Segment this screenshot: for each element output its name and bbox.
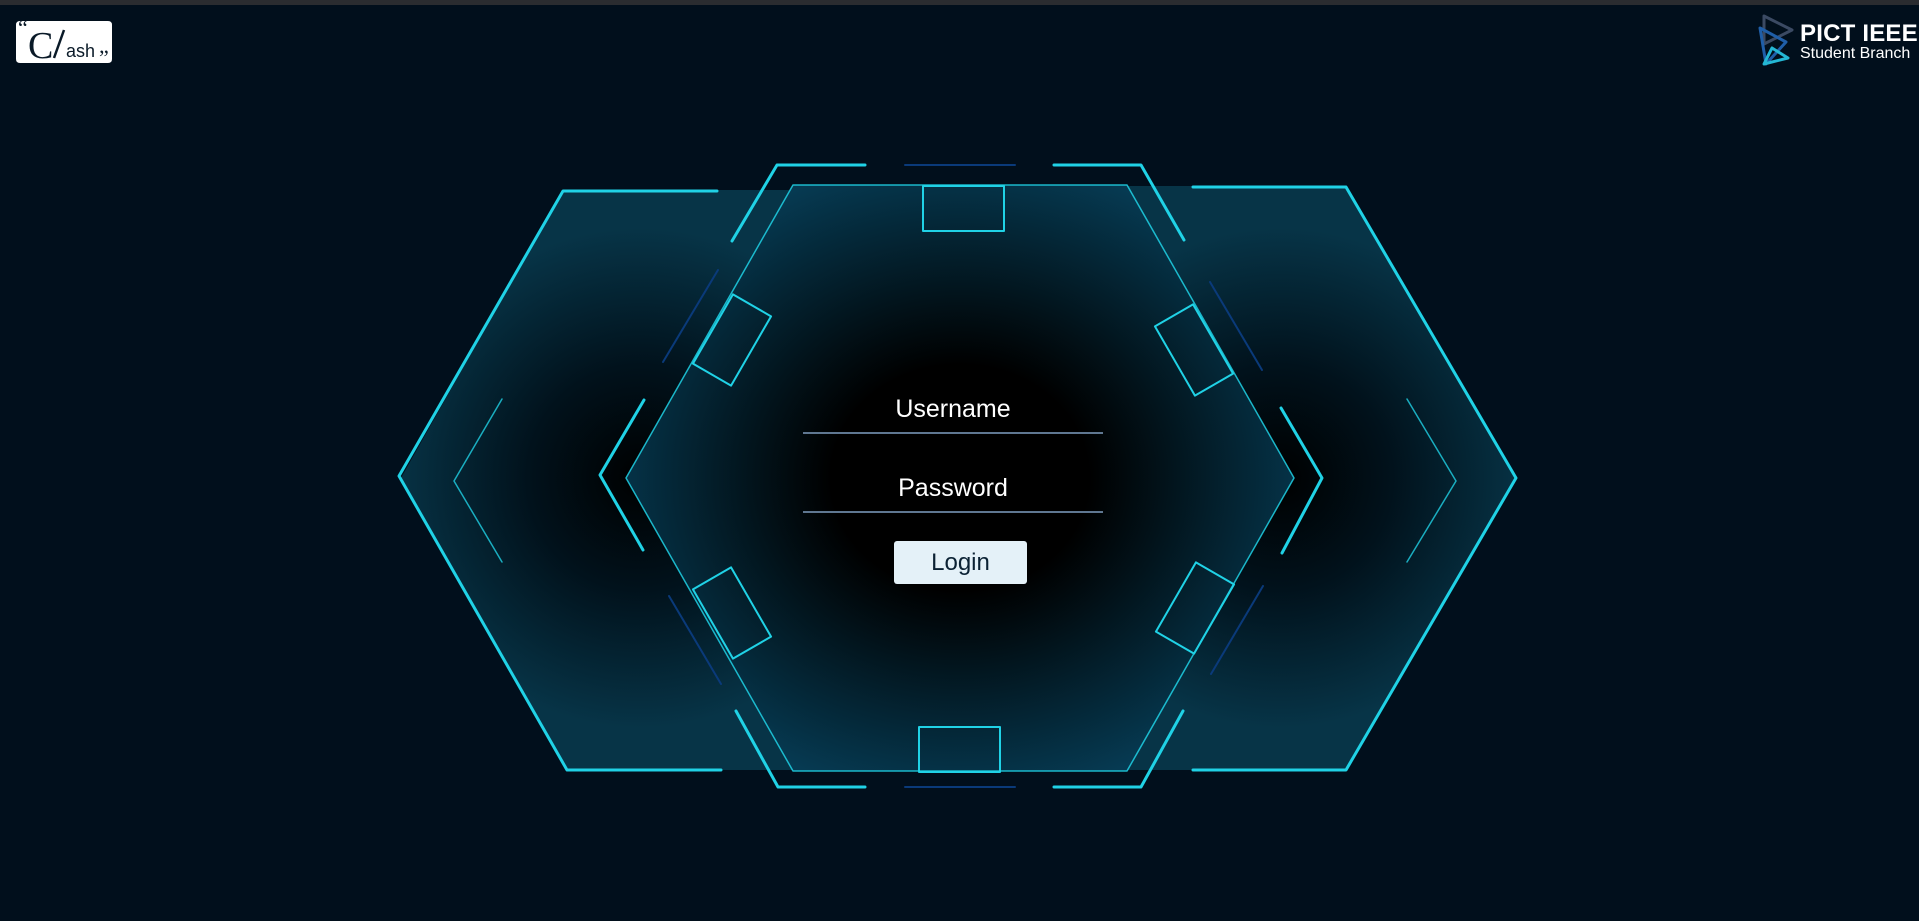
username-input[interactable] [803,386,1103,434]
login-button[interactable]: Login [894,541,1027,584]
clash-logo-text: ash [66,41,95,61]
pict-ieee-subtitle: Student Branch [1800,45,1911,62]
pict-ieee-name: PICT IEEE [1800,20,1918,47]
clash-logo: “ C ash ” [16,15,114,70]
svg-text:“: “ [18,18,28,40]
pict-ieee-logo: PICT IEEE Student Branch [1758,14,1918,66]
clash-logo-letter: C [28,25,53,66]
svg-text:”: ” [99,45,109,66]
password-input[interactable] [803,465,1103,513]
pict-ieee-emblem-icon [1758,14,1794,66]
login-form: Login [803,386,1103,584]
